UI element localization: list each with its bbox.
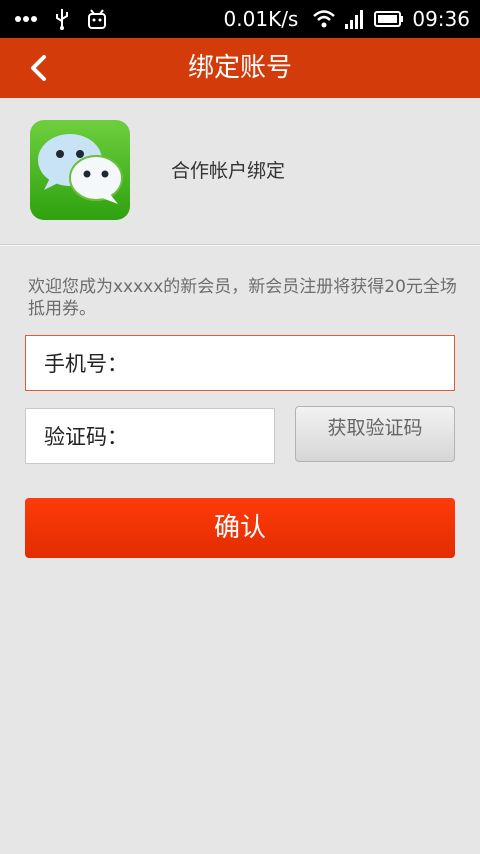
wechat-logo-icon [30,120,130,220]
phone-label: 手机号： [44,352,128,376]
get-code-button[interactable]: 获取验证码 [295,406,455,462]
status-left-icons [14,0,108,38]
usb-icon [56,9,68,30]
battery-icon [374,11,404,27]
signal-icon [345,10,364,29]
status-right: 0.01K/s 09:36 [224,0,470,38]
verification-code-field[interactable]: 验证码： [25,408,275,464]
network-speed: 0.01K/s [223,7,299,31]
more-dots-icon [15,16,37,22]
phone-field[interactable]: 手机号： [25,335,455,391]
wifi-icon [313,10,336,28]
section-divider-highlight [0,245,480,246]
code-label: 验证码： [44,425,128,449]
confirm-button[interactable]: 确认 [25,498,455,558]
android-debug-icon [88,9,106,29]
welcome-text: 欢迎您成为xxxxx的新会员，新会员注册将获得20元全场抵用券。 [28,277,457,319]
back-arrow-icon[interactable] [24,52,56,84]
account-section: 合作帐户绑定 [0,98,480,244]
status-bar: 0.01K/s 09:36 [0,0,480,38]
app-header: 绑定账号 [0,38,480,98]
page-title: 绑定账号 [187,53,292,83]
account-label: 合作帐户绑定 [171,160,286,182]
clock: 09:36 [412,7,470,31]
